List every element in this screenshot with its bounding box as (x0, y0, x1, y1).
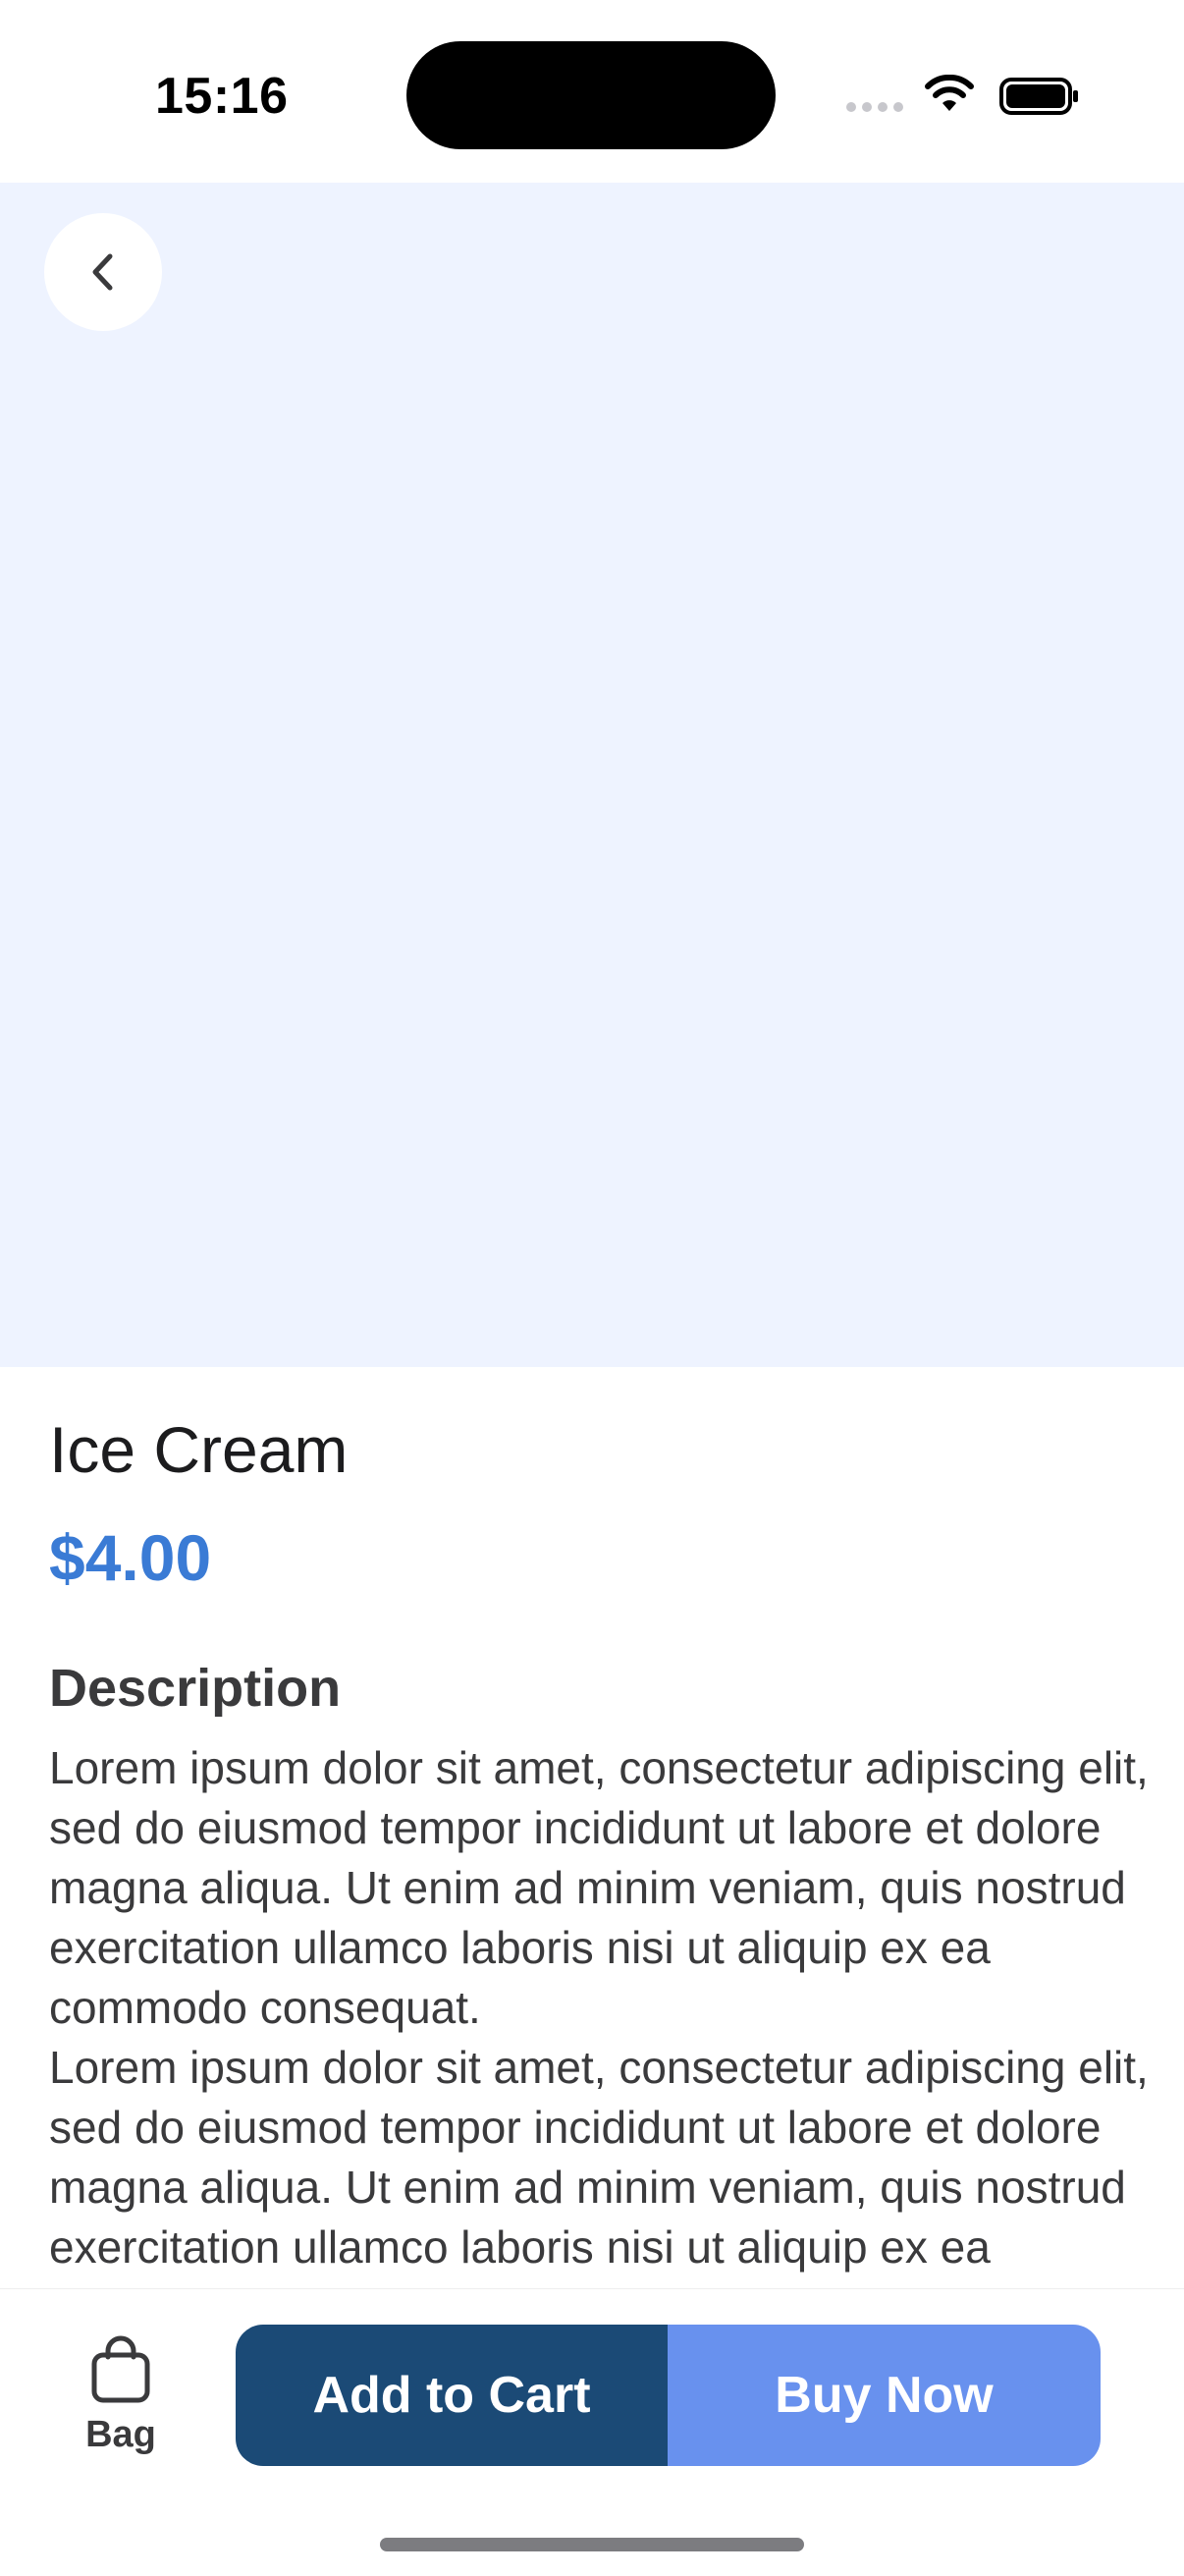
product-image (0, 183, 1184, 1367)
dynamic-island (406, 41, 776, 149)
wifi-icon (923, 74, 976, 114)
add-to-cart-button[interactable]: Add to Cart (236, 2325, 668, 2466)
purchase-actions: Add to Cart Buy Now (236, 2325, 1101, 2466)
cellular-signal-icon (846, 102, 907, 114)
bag-label: Bag (85, 2414, 156, 2455)
product-title: Ice Cream (49, 1413, 349, 1486)
description-heading: Description (49, 1659, 342, 1718)
description-text: Lorem ipsum dolor sit amet, consectetur … (49, 1742, 1149, 2288)
product-price: $4.00 (49, 1521, 212, 1594)
status-time: 15:16 (155, 68, 289, 125)
chevron-left-icon (92, 253, 113, 291)
bag-button[interactable]: Bag (67, 2335, 175, 2463)
status-bar: 15:16 (0, 0, 1184, 183)
back-button[interactable] (44, 213, 162, 331)
description-scroll-area[interactable]: Lorem ipsum dolor sit amet, consectetur … (49, 1738, 1149, 2288)
shopping-bag-icon (91, 2335, 150, 2403)
home-indicator[interactable] (380, 2538, 804, 2551)
buy-now-button[interactable]: Buy Now (668, 2325, 1101, 2466)
battery-icon (999, 77, 1080, 116)
